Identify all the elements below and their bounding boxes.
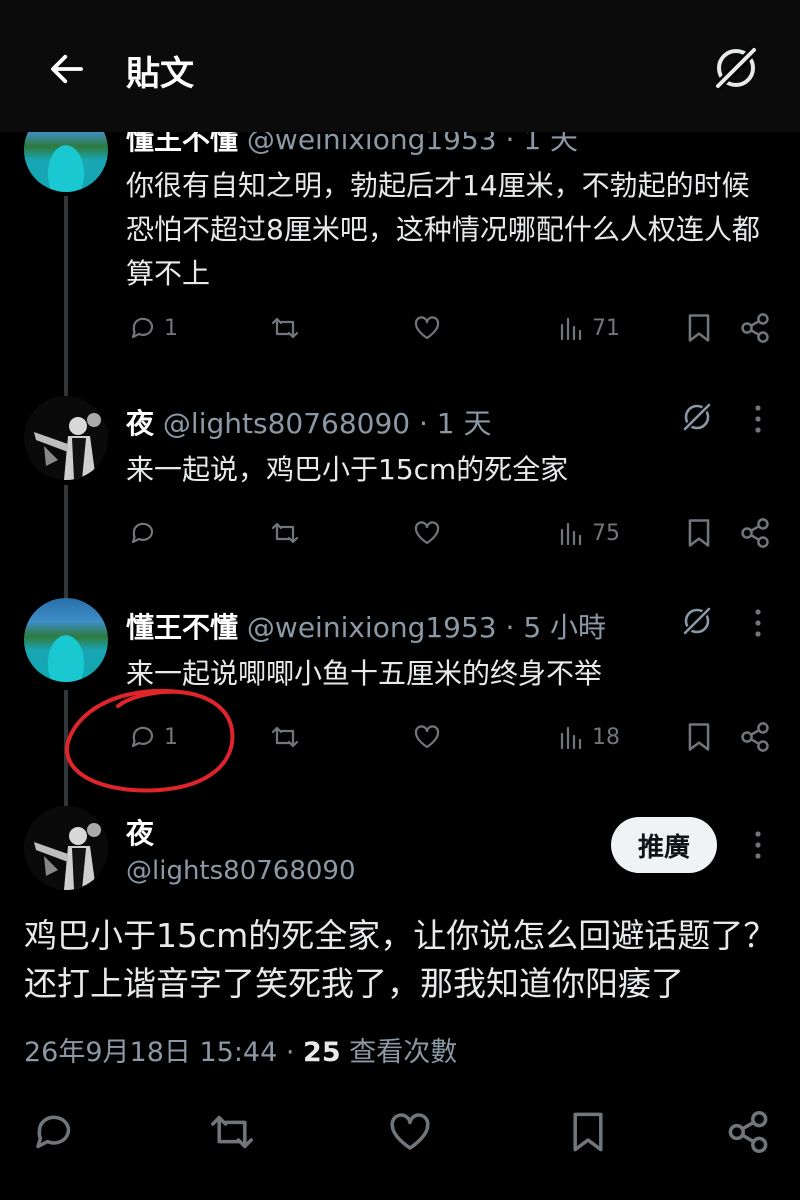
share-icon[interactable]	[738, 311, 772, 345]
views-button[interactable]: 75	[556, 518, 620, 548]
bookmark-icon[interactable]	[682, 516, 716, 550]
reply-icon	[131, 726, 154, 748]
tweet-text: 来一起说，鸡巴小于15cm的死全家	[126, 453, 569, 486]
reply-button[interactable]: 1	[128, 722, 178, 752]
page-title: 貼文	[126, 54, 194, 94]
more-icon[interactable]	[753, 402, 763, 436]
views-count: 75	[592, 520, 620, 546]
tweet-author: 懂王不懂 @weinixiong1953 · 5 小時	[126, 606, 606, 646]
share-icon[interactable]	[738, 516, 772, 550]
grok-icon[interactable]	[708, 40, 764, 96]
reply-icon	[131, 317, 154, 339]
like-icon	[414, 521, 440, 545]
author-name[interactable]: 懂王不懂	[126, 611, 238, 644]
retweet-button[interactable]	[208, 1108, 256, 1156]
like-button[interactable]	[412, 722, 442, 752]
like-icon	[390, 1113, 430, 1150]
share-icon	[728, 1111, 768, 1153]
views-button[interactable]: 71	[556, 313, 620, 343]
reply-count: 1	[164, 724, 178, 750]
views-icon	[560, 726, 582, 750]
post-text: 鸡巴小于15cm的死全家，让你说怎么回避话题了？还打上谐音字了笑死我了，那我知道…	[24, 916, 777, 1003]
grok-icon[interactable]	[680, 604, 714, 638]
like-button[interactable]	[386, 1108, 434, 1156]
share-icon[interactable]	[738, 720, 772, 754]
thread-line	[64, 485, 68, 603]
retweet-button[interactable]	[270, 518, 300, 548]
reply-count: 1	[164, 315, 178, 341]
tweet-text: 你很有自知之明，勃起后才14厘米，不勃起的时候恐怕不超过8厘米吧，这种情况哪配什…	[126, 169, 760, 290]
avatar[interactable]	[24, 396, 108, 480]
post-date: 26年9月18日 15:44	[24, 1037, 278, 1068]
tweet-time: · 1 天	[419, 407, 492, 440]
reply-icon	[131, 522, 154, 544]
thread-line	[64, 196, 68, 396]
tweet-text: 来一起说唧唧小鱼十五厘米的终身不举	[126, 657, 603, 690]
reply-button[interactable]	[128, 518, 164, 548]
views-icon	[560, 317, 582, 341]
like-button[interactable]	[412, 518, 442, 548]
bookmark-icon	[573, 1112, 603, 1152]
author-handle[interactable]: @weinixiong1953	[247, 611, 497, 644]
avatar[interactable]	[24, 806, 108, 890]
retweet-button[interactable]	[270, 722, 300, 752]
author-handle[interactable]: @lights80768090	[163, 407, 410, 440]
avatar[interactable]	[24, 598, 108, 682]
retweet-icon	[211, 1115, 253, 1149]
reply-button[interactable]	[30, 1108, 78, 1156]
retweet-icon	[271, 522, 299, 544]
grok-icon[interactable]	[680, 400, 714, 434]
avatar-image	[34, 413, 101, 480]
retweet-icon	[271, 726, 299, 748]
bookmark-icon[interactable]	[682, 311, 716, 345]
author-name[interactable]: 夜	[126, 407, 154, 440]
reply-icon	[36, 1115, 71, 1149]
bookmark-icon[interactable]	[682, 720, 716, 754]
thread-line	[64, 690, 68, 810]
avatar-image	[34, 823, 101, 890]
like-icon	[414, 725, 440, 749]
views-button[interactable]: 18	[556, 722, 620, 752]
like-icon	[414, 316, 440, 340]
more-icon[interactable]	[753, 828, 763, 862]
views-count: 71	[592, 315, 620, 341]
retweet-button[interactable]	[270, 313, 300, 343]
top-bar: 貼文	[0, 0, 800, 132]
tweet-time: · 5 小時	[505, 611, 607, 644]
bookmark-button[interactable]	[564, 1108, 612, 1156]
views-icon	[560, 522, 582, 546]
post-meta: 26年9月18日 15:44 · 25 查看次數	[24, 1030, 457, 1069]
view-count: 25	[303, 1037, 341, 1068]
share-button[interactable]	[724, 1108, 772, 1156]
like-button[interactable]	[412, 313, 442, 343]
meta-separator: ·	[277, 1037, 304, 1068]
author-name[interactable]: 夜	[126, 812, 154, 852]
promote-button[interactable]: 推廣	[611, 817, 717, 873]
more-icon[interactable]	[753, 606, 763, 640]
view-label: 查看次數	[340, 1037, 458, 1068]
author-handle[interactable]: @lights80768090	[126, 856, 356, 886]
tweet-author: 夜 @lights80768090 · 1 天	[126, 402, 492, 442]
views-count: 18	[592, 724, 620, 750]
retweet-icon	[271, 317, 299, 339]
back-arrow-icon[interactable]	[46, 48, 88, 90]
reply-button[interactable]: 1	[128, 313, 178, 343]
